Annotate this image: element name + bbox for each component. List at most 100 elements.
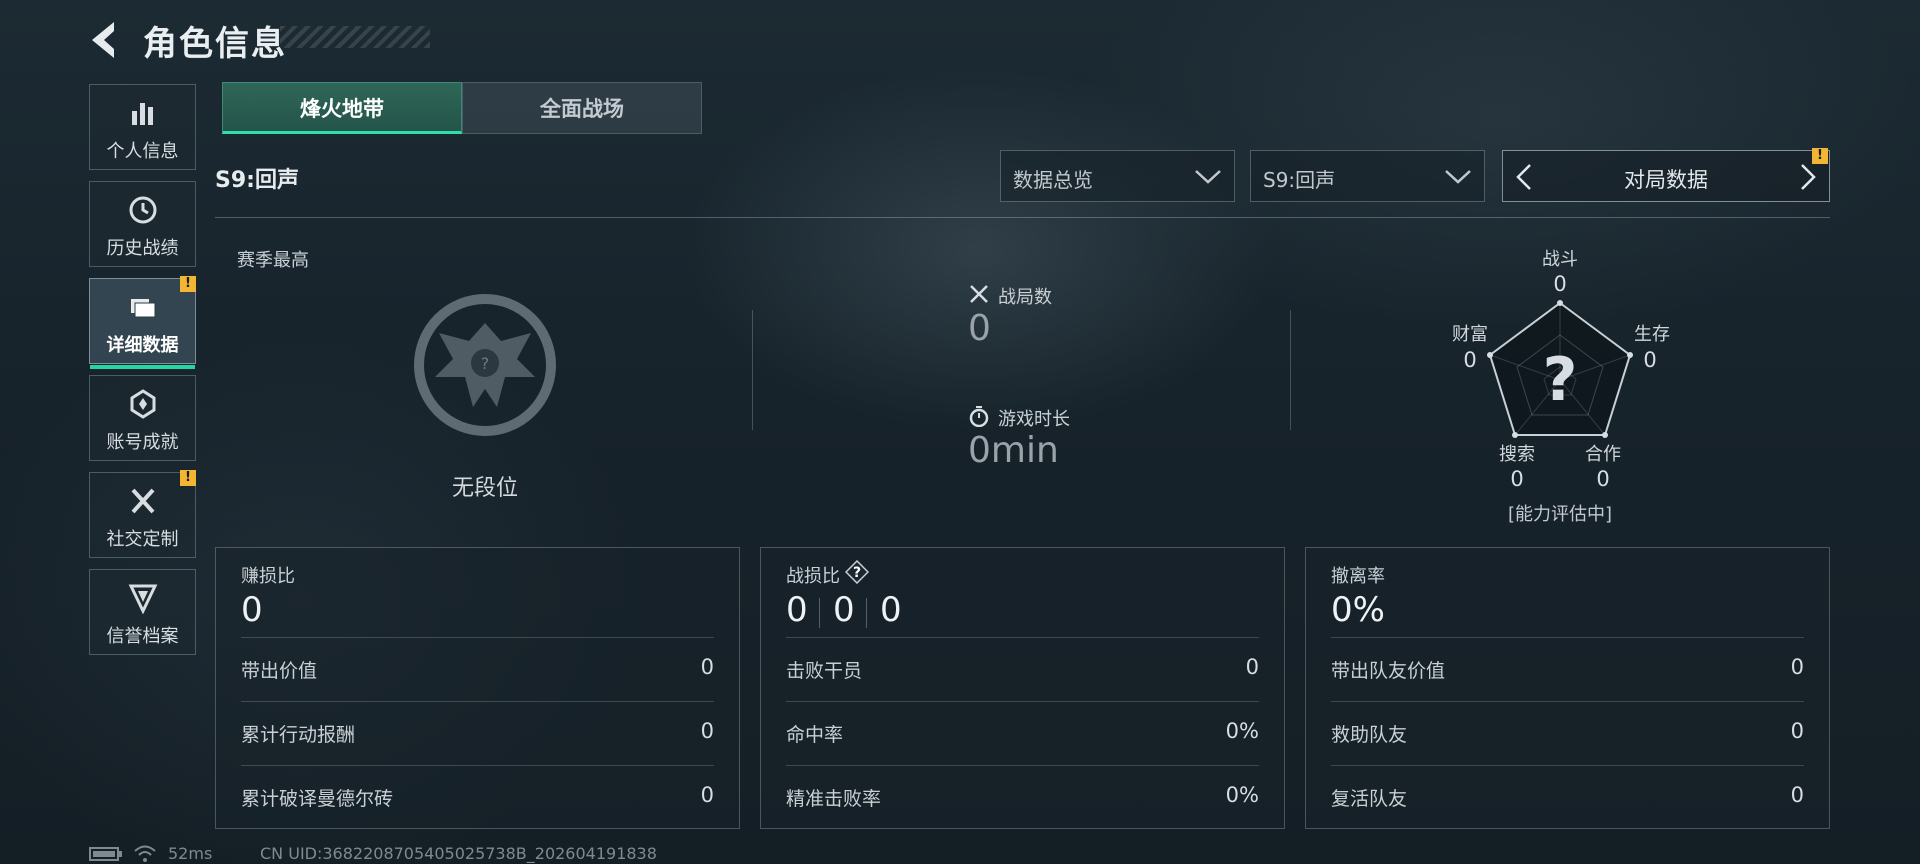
header-divider [215,217,1830,218]
sidebar-item-credit[interactable]: 信誉档案 [89,569,196,655]
folder-icon [131,299,156,318]
tab-haven-zone[interactable]: 烽火地带 [222,82,462,134]
card-row-value: 0 [1790,783,1804,807]
radar-value-survival: 0 [1643,348,1657,372]
card-row-value: 0 [1245,655,1259,679]
svg-text:?: ? [853,565,861,581]
vertical-divider [752,310,753,430]
ratio-separator [819,598,820,628]
card-divider [786,637,1259,638]
match-data-label: 对局数据 [1624,168,1708,192]
page-title: 角色信息 [143,24,287,64]
card-title: 撤离率 [1331,566,1385,587]
card-title: 战损比 [786,566,840,587]
crossed-swords-icon [970,285,988,303]
sidebar-item-label: 社交定制 [106,529,179,550]
profit-ratio-card: 赚损比 0 带出价值 0 累计行动报酬 0 累计破译曼德尔砖 0 [215,547,740,829]
kd-ratio-card: 战损比 ? 0 0 0 击败干员 0 命中率 0% 精准击败率 0% [760,547,1285,829]
card-divider [1331,637,1804,638]
card-row-label: 累计破译曼德尔砖 [241,788,394,810]
kd-assists-value: 0 [880,590,902,630]
rank-name: 无段位 [451,476,518,501]
card-divider [786,765,1259,766]
vertical-divider [1290,310,1291,430]
notification-badge: ! [180,276,196,292]
credit-icon [128,584,158,614]
chevron-down-icon [1445,170,1471,184]
radar-value-cooperation: 0 [1596,467,1610,491]
card-divider [241,637,714,638]
card-divider [1331,765,1804,766]
radar-label-search: 搜索 [1499,444,1535,465]
sidebar-item-achievements[interactable]: 账号成就 [89,375,196,461]
matches-value: 0 [968,308,991,349]
chevron-down-icon [1195,170,1221,184]
playtime-value: 0min [968,430,1059,471]
matches-label: 战局数 [998,287,1052,308]
sidebar-item-history[interactable]: 历史战绩 [89,181,196,267]
card-main-value: 0% [1331,590,1385,630]
dropdown-value: S9:回声 [1263,168,1336,192]
season-dropdown[interactable]: S9:回声 [1250,150,1485,202]
dropdown-value: 数据总览 [1013,168,1093,192]
kd-kills-value: 0 [786,590,808,630]
sidebar-item-label: 详细数据 [106,335,179,356]
season-best-label: 赛季最高 [237,250,309,271]
card-row-value: 0 [700,655,714,679]
ratio-separator [866,598,867,628]
radar-label-survival: 生存 [1634,324,1670,345]
sidebar-item-label: 账号成就 [106,432,179,453]
card-row-label: 带出队友价值 [1331,660,1446,682]
chevron-right-icon[interactable] [1799,163,1817,191]
card-row-label: 累计行动报酬 [241,724,356,746]
radar-value-wealth: 0 [1463,348,1477,372]
sidebar-item-label: 个人信息 [106,141,179,162]
card-row-value: 0 [1790,655,1804,679]
card-row-label: 击败干员 [786,660,863,682]
card-divider [241,765,714,766]
card-divider [241,701,714,702]
season-title: S9:回声 [215,168,299,193]
card-row-label: 精准击败率 [786,788,882,810]
radar-label-cooperation: 合作 [1585,444,1621,465]
playtime-label: 游戏时长 [998,409,1070,430]
battery-icon [89,847,122,861]
card-row-label: 复活队友 [1331,788,1408,810]
radar-label-wealth: 财富 [1452,324,1488,345]
card-row-label: 命中率 [786,724,844,746]
radar-status-note: [能力评估中] [1507,504,1613,525]
wifi-icon [134,845,156,862]
back-arrow-icon[interactable] [88,20,122,60]
tools-icon [131,488,155,514]
help-icon[interactable]: ? [845,560,869,584]
tab-full-battlefield[interactable]: 全面战场 [462,82,702,134]
overview-dropdown[interactable]: 数据总览 [1000,150,1235,202]
card-row-value: 0 [700,719,714,743]
title-decoration [280,26,430,48]
radar-value-combat: 0 [1553,272,1567,296]
medal-icon [130,389,156,419]
bar-chart-icon [132,103,153,125]
stopwatch-icon [969,406,989,427]
notification-badge: ! [1812,148,1828,164]
notification-badge: ! [180,470,196,486]
sidebar-item-personal-info[interactable]: 个人信息 [89,84,196,170]
card-main-value: 0 [241,590,263,630]
card-row-value: 0% [1225,719,1259,743]
card-row-label: 救助队友 [1331,724,1408,746]
extraction-rate-card: 撤离率 0% 带出队友价值 0 救助队友 0 复活队友 0 [1305,547,1830,829]
svg-text:?: ? [481,354,490,373]
history-icon [129,196,157,224]
card-divider [786,701,1259,702]
card-divider [1331,701,1804,702]
radar-center-mark: ? [1543,345,1578,415]
card-row-label: 带出价值 [241,660,318,682]
card-row-value: 0 [700,783,714,807]
match-data-selector[interactable]: 对局数据 [1502,150,1830,202]
ping-indicator: 52ms [168,844,213,863]
radar-value-search: 0 [1510,467,1524,491]
ability-radar-chart: ? [1487,300,1633,438]
card-row-value: 0% [1225,783,1259,807]
card-row-value: 0 [1790,719,1804,743]
kd-deaths-value: 0 [833,590,855,630]
